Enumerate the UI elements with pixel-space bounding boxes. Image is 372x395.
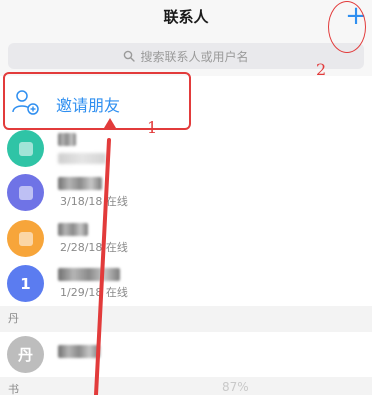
annotation-box-1 [3,72,191,130]
contact-row[interactable] [0,126,372,173]
avatar: 1 [7,265,44,302]
contact-row[interactable]: 3/18/18 在线 [0,170,372,217]
annotation-number-2: 2 [316,60,327,79]
search-icon [124,50,136,62]
section-header: 丹 [0,306,372,332]
contact-last-seen: 1/29/18 在线 [60,286,128,299]
section-header: 书 87% [0,377,372,395]
avatar [7,220,44,257]
contact-name-blurred [58,223,88,236]
contact-row[interactable]: 2/28/18 在线 [0,216,372,263]
avatar [7,174,44,211]
scroll-percentage: 87% [222,380,249,394]
navbar: 联系人 + [0,0,372,38]
contact-last-seen: 2/28/18 在线 [60,241,128,254]
annotation-number-1: 1 [147,118,158,137]
contact-row[interactable]: 丹 [0,332,372,379]
section-label: 丹 [8,312,19,325]
page-title: 联系人 [163,8,209,26]
contact-name-blurred [58,177,102,190]
contact-status-blurred [58,153,106,164]
contact-name-blurred [58,345,100,358]
contact-name-blurred [58,268,120,281]
contact-row[interactable]: 1 1/29/18 在线 [0,261,372,308]
avatar: 丹 [7,336,44,373]
contact-last-seen: 3/18/18 在线 [60,195,128,208]
contact-name-blurred [58,133,76,146]
section-label: 书 [8,383,19,395]
avatar [7,130,44,167]
search-placeholder: 搜索联系人或用户名 [140,49,249,64]
search-input[interactable]: 搜索联系人或用户名 [8,43,364,69]
annotation-circle-2 [328,1,366,53]
